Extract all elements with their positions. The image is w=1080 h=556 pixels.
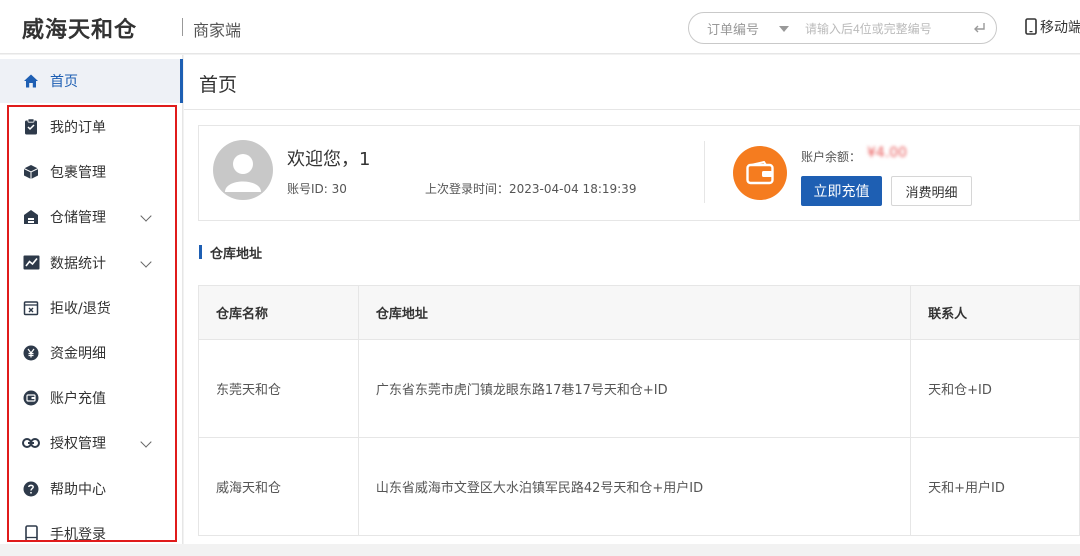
warehouse-table: 仓库名称 仓库地址 联系人 东莞天和仓 广东省东莞市虎门镇龙眼东路17巷17号天…	[198, 285, 1080, 536]
brand-logo[interactable]: 威海天和仓	[22, 12, 137, 44]
balance-label: 账户余额：	[801, 150, 862, 164]
table-cell: 山东省威海市文登区大水泊镇军民路42号天和仓+用户ID	[357, 437, 912, 536]
recharge-button[interactable]: 立即充值	[801, 176, 882, 206]
title-divider	[184, 109, 1080, 110]
portal-label: 商家端	[193, 21, 242, 40]
chevron-down-icon[interactable]	[140, 436, 152, 448]
table-header: 仓库名称	[198, 285, 359, 340]
last-login-time: 上次登录时间：2023-04-04 18:19:39	[425, 182, 637, 196]
enter-icon[interactable]	[970, 19, 988, 37]
table-header: 仓库地址	[357, 285, 912, 340]
sidebar-item-label: 授权管理	[50, 435, 106, 452]
return-box-icon	[22, 299, 40, 317]
sidebar-item-label: 数据统计	[50, 255, 106, 272]
sidebar-item-label: 账户充值	[50, 390, 106, 407]
avatar[interactable]	[213, 140, 273, 200]
section-title: 仓库地址	[210, 247, 263, 262]
search-type-select[interactable]: 订单编号	[707, 19, 759, 38]
table-header-row: 仓库名称 仓库地址 联系人	[198, 285, 1080, 340]
yuan-icon	[22, 344, 40, 362]
brand-divider	[182, 18, 183, 36]
account-id: 账号ID: 30	[287, 182, 347, 196]
order-search-box: 订单编号	[688, 12, 997, 44]
welcome-card: 欢迎您，1 账号ID: 30 上次登录时间：2023-04-04 18:19:3…	[198, 125, 1080, 221]
card-divider	[704, 141, 705, 203]
help-icon	[22, 480, 40, 498]
phone-icon	[22, 525, 40, 543]
sidebar-item-statistics[interactable]: 数据统计	[0, 240, 183, 285]
table-row: 东莞天和仓 广东省东莞市虎门镇龙眼东路17巷17号天和仓+ID 天和仓+ID	[198, 339, 1080, 438]
search-input[interactable]	[805, 18, 965, 40]
sidebar-item-label: 帮助中心	[50, 481, 106, 498]
chevron-down-icon[interactable]	[779, 26, 789, 32]
sidebar-item-help[interactable]: 帮助中心	[0, 466, 183, 511]
table-cell: 广东省东莞市虎门镇龙眼东路17巷17号天和仓+ID	[357, 339, 912, 438]
sidebar-item-label: 资金明细	[50, 345, 106, 362]
mobile-label: 移动端	[1040, 20, 1080, 36]
chevron-down-icon[interactable]	[140, 256, 152, 268]
section-marker	[199, 245, 202, 259]
home-icon	[22, 72, 40, 90]
sidebar-item-warehouse[interactable]: 仓储管理	[0, 194, 183, 239]
top-bar: 威海天和仓 商家端 订单编号 移动端	[0, 0, 1080, 54]
sidebar-item-label: 我的订单	[50, 119, 106, 136]
table-cell: 东莞天和仓	[198, 339, 359, 438]
user-icon	[225, 154, 261, 192]
table-cell: 天和仓+ID	[910, 339, 1080, 438]
chart-icon	[22, 254, 40, 272]
table-cell: 天和+用户ID	[910, 437, 1080, 536]
table-row: 威海天和仓 山东省威海市文登区大水泊镇军民路42号天和仓+用户ID 天和+用户I…	[198, 437, 1080, 536]
sidebar-item-my-orders[interactable]: 我的订单	[0, 104, 183, 149]
page-title: 首页	[199, 74, 238, 96]
clipboard-icon	[22, 118, 40, 136]
sidebar-item-packages[interactable]: 包裹管理	[0, 149, 183, 194]
main-content: 首页 欢迎您，1 账号ID: 30 上次登录时间：2023-04-04 18:1…	[184, 55, 1080, 544]
warehouse-icon	[22, 208, 40, 226]
sidebar-item-label: 仓储管理	[50, 209, 106, 226]
chevron-down-icon[interactable]	[140, 210, 152, 222]
balance-value: ¥4.00	[867, 145, 908, 161]
greeting: 欢迎您，1	[287, 149, 371, 170]
sidebar-item-mobile-login[interactable]: 手机登录	[0, 511, 183, 556]
sidebar-item-authorization[interactable]: 授权管理	[0, 420, 183, 465]
sidebar-item-returns[interactable]: 拒收/退货	[0, 285, 183, 330]
consumption-detail-button[interactable]: 消费明细	[891, 176, 972, 206]
link-icon	[22, 434, 40, 452]
phone-icon	[1025, 18, 1037, 35]
sidebar-item-funds[interactable]: 资金明细	[0, 330, 183, 375]
sidebar-item-recharge[interactable]: 账户充值	[0, 375, 183, 420]
package-icon	[22, 163, 40, 181]
wallet-icon	[733, 146, 787, 200]
sidebar-item-label: 拒收/退货	[50, 300, 111, 317]
wallet-icon	[22, 389, 40, 407]
sidebar-item-label: 首页	[50, 74, 78, 90]
table-header: 联系人	[910, 285, 1080, 340]
sidebar-item-label: 包裹管理	[50, 164, 106, 181]
sidebar-item-home[interactable]: 首页	[0, 59, 183, 103]
sidebar-item-label: 手机登录	[50, 526, 106, 543]
sidebar: 首页 我的订单 包裹管理 仓储管理 数据统计 拒收/退货 资金明细 账户充值 授…	[0, 55, 183, 544]
mobile-link[interactable]: 移动端	[1025, 17, 1080, 37]
table-cell: 威海天和仓	[198, 437, 359, 536]
